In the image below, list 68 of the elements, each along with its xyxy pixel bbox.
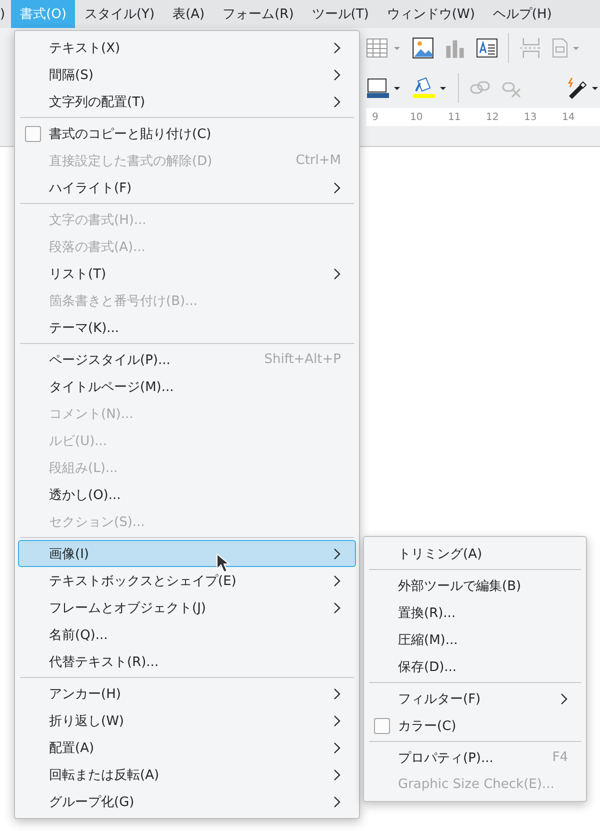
ruler-number: 9 [372,112,380,122]
ruler-number: 14 [562,112,576,122]
menu-bar-item[interactable]: フォーム(R) [214,0,303,28]
menu-item[interactable]: 透かし(O)... [18,481,356,508]
chevron-right-icon [333,602,341,614]
menu-bar-item[interactable]: ヘルプ(H) [484,0,561,28]
menu-item[interactable]: 配置(A) [18,734,356,761]
menu-item[interactable]: 外部ツールで編集(B) [367,572,583,599]
menu-bar-item[interactable]: スタイル(Y) [75,0,164,28]
image-icon[interactable] [412,37,434,59]
chevron-right-icon [333,268,341,280]
shortcut-text: Shift+Alt+P [264,352,341,367]
highlighter-icon[interactable] [412,77,448,99]
table-icon[interactable] [366,37,402,59]
chevron-right-icon [333,768,341,780]
menu-item[interactable]: プロパティ(P)... F4 [367,744,583,771]
menu-item[interactable]: 文字列の配置(T) [18,88,356,115]
menu-item[interactable]: カラー(C) [367,712,583,739]
menu-item[interactable]: フレームとオブジェクト(J) [18,594,356,621]
chevron-right-icon [333,742,341,754]
menu-item[interactable]: テーマ(K)... [18,314,356,341]
shortcut-text: F4 [552,750,568,765]
chevron-right-icon [560,692,568,704]
menu-item[interactable]: 回転または反転(A) [18,761,356,788]
chevron-right-icon [333,688,341,700]
ruler-number: 12 [486,112,500,122]
checkbox[interactable] [25,126,41,142]
chevron-right-icon [333,714,341,726]
page-break-icon[interactable] [519,37,541,59]
checkbox[interactable] [374,718,390,734]
menu-item[interactable]: 置換(R)... [367,599,583,626]
menu-item[interactable]: 圧縮(M)... [367,626,583,653]
menu-item[interactable]: アンカー(H) [18,680,356,707]
chevron-right-icon [333,548,341,560]
ruler-number: 11 [448,112,462,122]
cursor-icon [216,553,230,573]
ruler-number: 10 [410,112,424,122]
menu-item[interactable]: 代替テキスト(R)... [18,648,356,675]
menu-item[interactable]: タイトルページ(M)... [18,373,356,400]
menu-bar-item[interactable]: ツール(T) [302,0,378,28]
chevron-right-icon [333,182,341,194]
chevron-right-icon [333,796,341,808]
field-icon[interactable] [551,37,581,59]
menu-item[interactable]: 保存(D)... [367,653,583,680]
chevron-right-icon [333,574,341,586]
menu-item[interactable]: テキスト(X) [18,34,356,61]
menu-bar-item[interactable]: 表(A) [164,0,214,28]
menu-item[interactable]: 画像(I) [18,540,356,567]
menu-item[interactable]: フィルター(F) [367,685,583,712]
chevron-right-icon [333,96,341,108]
chevron-right-icon [333,42,341,54]
menu-item[interactable]: 間隔(S) [18,61,356,88]
menu-item[interactable]: グループ化(G) [18,788,356,815]
ruler-number: 13 [524,112,538,122]
menu-item[interactable]: トリミング(A) [367,540,583,567]
menu-item[interactable]: テキストボックスとシェイプ(E) [18,567,356,594]
text-box-icon[interactable] [476,37,498,59]
menu-item[interactable]: 折り返し(W) [18,707,356,734]
menu-item[interactable]: リスト(T) [18,260,356,287]
menu-item[interactable]: 名前(Q)... [18,621,356,648]
menu-item[interactable]: ハイライト(F) [18,174,356,201]
menu-bar-item[interactable]: ) [0,0,12,28]
chevron-right-icon [333,68,341,80]
border-color-icon[interactable] [366,77,402,99]
menu-item[interactable]: ページスタイル(P)... Shift+Alt+P [18,346,356,373]
shortcut-text: Ctrl+M [296,153,341,168]
menu-bar-item[interactable]: ウィンドウ(W) [378,0,484,28]
menu-item[interactable]: 書式のコピーと貼り付け(C) [18,120,356,147]
